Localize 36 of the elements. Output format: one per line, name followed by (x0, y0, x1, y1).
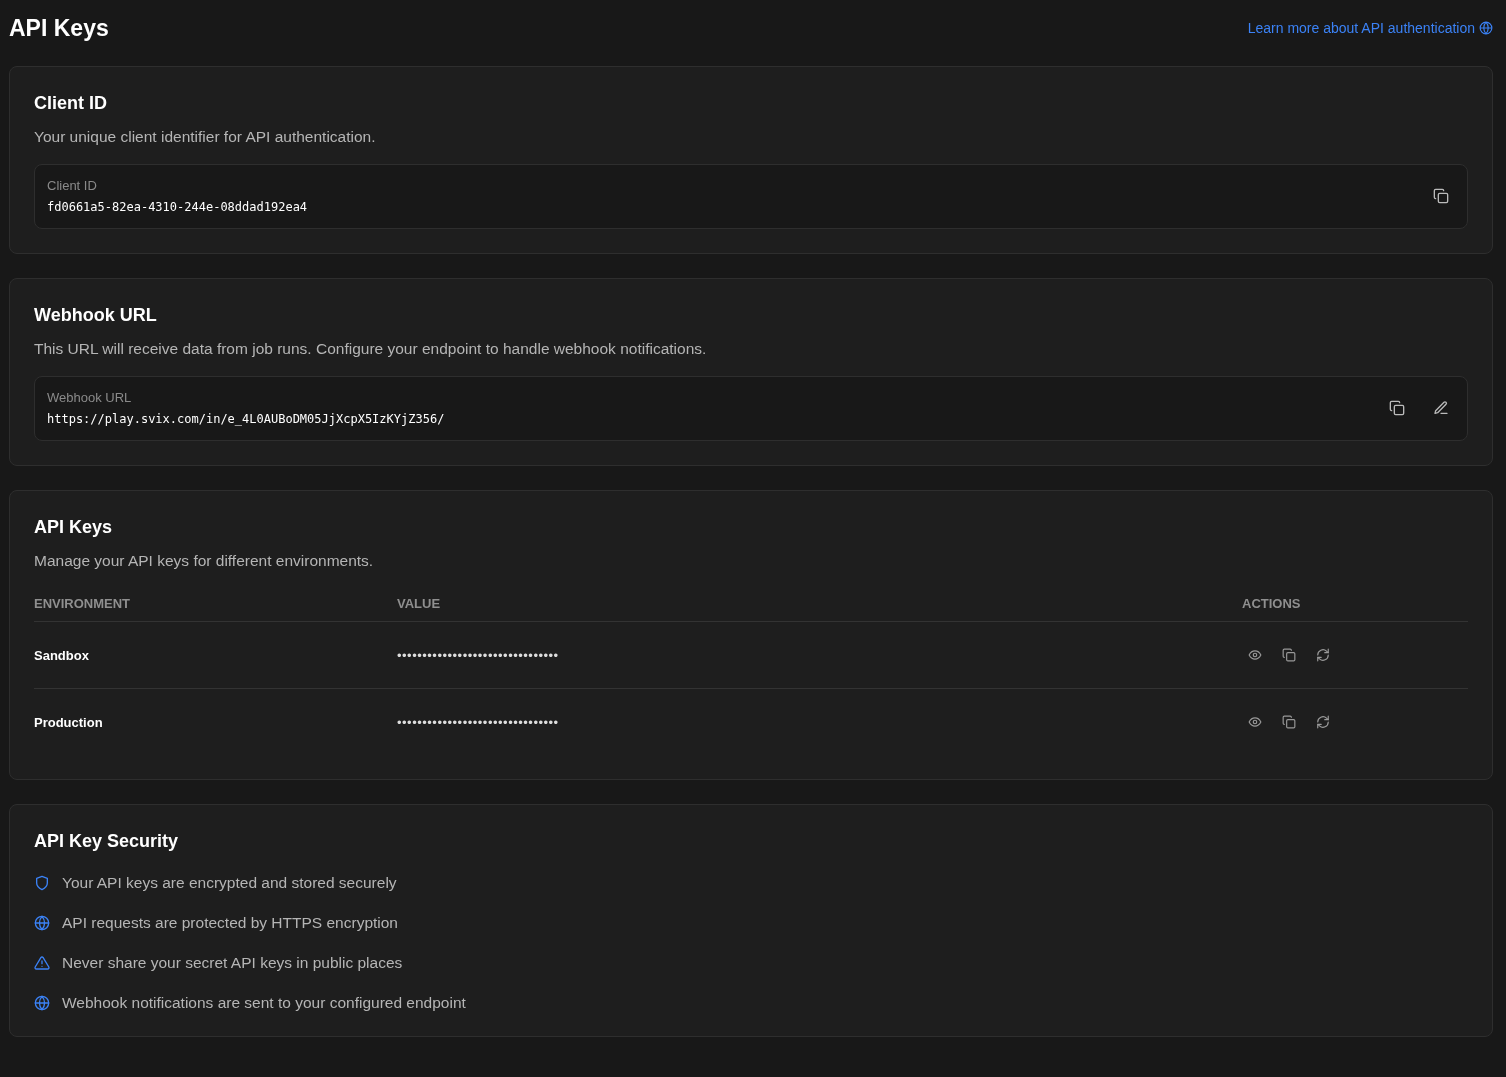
globe-icon (1479, 21, 1493, 35)
read-only-field[interactable]: Webhook URL https://play.svix.com/in/e_4L0AUBoDM05JjXcpX5IzKYjZ356/ (34, 376, 1468, 441)
copy-icon (1282, 715, 1296, 729)
security-note: API requests are protected by HTTPS encryption (62, 914, 398, 932)
globe-icon (34, 915, 50, 931)
column-header: ENVIRONMENT (34, 596, 132, 611)
section-description: Manage your API keys for different environments. (34, 552, 375, 570)
refresh-icon (1316, 715, 1330, 729)
table-cell-text: Sandbox (34, 647, 90, 663)
globe-icon (34, 995, 50, 1011)
section-title: API Keys (34, 517, 114, 538)
security-note: Your API keys are encrypted and stored securely (62, 874, 397, 892)
refresh-icon (1316, 648, 1330, 662)
section-title: Client ID (34, 93, 108, 114)
security-note: Webhook notifications are sent to your configured endpoint (62, 994, 466, 1012)
copy-icon (1389, 400, 1405, 416)
copy-icon (1282, 648, 1296, 662)
read-only-field[interactable]: Client ID fd0661a5-82ea-4310-244e-08ddad192ea4 (34, 164, 1468, 229)
column-header: ACTIONS (1242, 596, 1302, 611)
eye-icon (1248, 648, 1262, 662)
warning-icon (34, 955, 50, 971)
security-note: Never share your secret API keys in public places (62, 954, 403, 972)
section-description: This URL will receive data from job runs. Configure your endpoint to handle webhook notifications. (34, 340, 708, 358)
page-title: API Keys (9, 14, 109, 42)
pencil-icon (1433, 400, 1449, 416)
eye-icon (1248, 715, 1262, 729)
section-title: API Key Security (34, 831, 180, 852)
section-description: Your unique client identifier for API authentication. (34, 128, 377, 146)
table-cell-text: Production (34, 714, 104, 730)
masked-key: •••••••••••••••••••••••••••••••• (397, 714, 1242, 730)
masked-key: •••••••••••••••••••••••••••••••• (397, 647, 1242, 663)
section-title: Webhook URL (34, 305, 158, 326)
copy-icon (1433, 188, 1449, 204)
shield-icon (34, 875, 50, 891)
column-header: VALUE (397, 596, 442, 611)
help-link[interactable]: Learn more about API authentication (1247, 20, 1493, 36)
